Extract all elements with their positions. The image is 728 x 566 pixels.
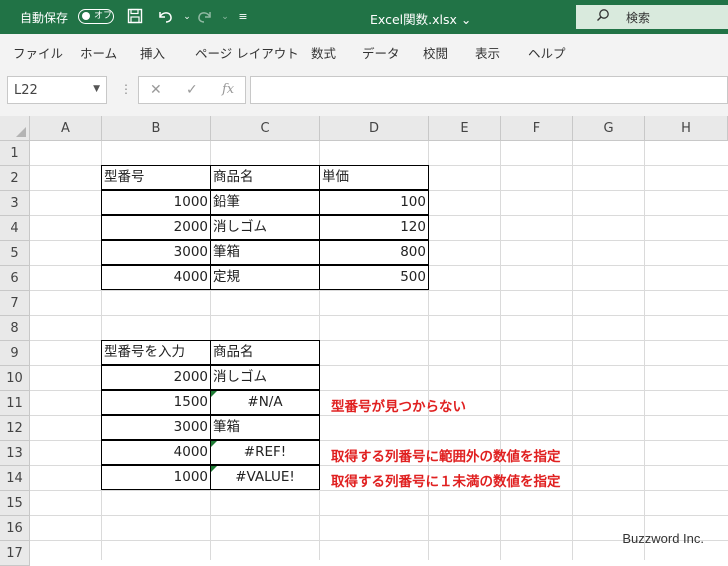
table2-cell[interactable]: 2000: [101, 365, 211, 390]
gridline: [30, 315, 728, 316]
gridline: [30, 515, 728, 516]
name-box-value: L22: [14, 83, 38, 98]
tab-formulas[interactable]: 数式: [311, 43, 336, 62]
table1-cell[interactable]: 2000: [101, 215, 211, 240]
column-header-h[interactable]: H: [645, 116, 728, 141]
search-icon: [596, 8, 610, 26]
table1-cell[interactable]: 3000: [101, 240, 211, 265]
enter-icon[interactable]: ✓: [186, 82, 198, 98]
error-note-less-than-one: 取得する列番号に１未満の数値を指定: [331, 474, 561, 490]
column-header-c[interactable]: C: [211, 116, 320, 141]
table1-cell[interactable]: 消しゴム: [210, 215, 320, 240]
table1-cell[interactable]: 1000: [101, 190, 211, 215]
table2-header-name[interactable]: 商品名: [210, 340, 320, 365]
tab-data[interactable]: データ: [362, 43, 400, 62]
worksheet-grid: A B C D E F G H 1 2 3 4 5 6 7 8 9 10 11 …: [0, 116, 728, 566]
table1-header-model[interactable]: 型番号: [101, 165, 211, 190]
formula-bar: L22 ▼ ⋮ ✕ ✓ fx: [0, 68, 728, 116]
gridline: [30, 290, 728, 291]
autosave-state: オフ: [94, 11, 113, 21]
row-header-16[interactable]: 16: [0, 516, 30, 541]
table1-cell[interactable]: 4000: [101, 265, 211, 290]
table1-header-name[interactable]: 商品名: [210, 165, 320, 190]
search-placeholder: 検索: [626, 11, 651, 25]
tab-view[interactable]: 表示: [475, 43, 500, 62]
gridline: [644, 141, 645, 560]
table1-cell[interactable]: 120: [319, 215, 429, 240]
row-header-13[interactable]: 13: [0, 441, 30, 466]
formula-input[interactable]: [250, 76, 728, 104]
save-icon[interactable]: [126, 8, 144, 26]
row-header-7[interactable]: 7: [0, 291, 30, 316]
row-header-9[interactable]: 9: [0, 341, 30, 366]
row-header-12[interactable]: 12: [0, 416, 30, 441]
table1-cell[interactable]: 鉛筆: [210, 190, 320, 215]
table2-error-cell[interactable]: #REF!: [210, 440, 320, 465]
ribbon-tabs: ファイル ホーム 挿入 ページ レイアウト 数式 データ 校閲 表示 ヘルプ: [0, 34, 728, 69]
cancel-icon[interactable]: ✕: [150, 82, 162, 98]
table2-cell[interactable]: 1000: [101, 465, 211, 490]
redo-dropdown-icon[interactable]: ⌄: [216, 8, 234, 26]
table2-cell[interactable]: 1500: [101, 390, 211, 415]
table2-error-cell[interactable]: #VALUE!: [210, 465, 320, 490]
table1-cell[interactable]: 800: [319, 240, 429, 265]
row-header-5[interactable]: 5: [0, 241, 30, 266]
autosave-label: 自動保存: [20, 11, 69, 25]
toggle-knob: [82, 12, 90, 20]
undo-dropdown-icon[interactable]: ⌄: [178, 8, 196, 26]
gridline: [572, 141, 573, 560]
column-header-g[interactable]: G: [573, 116, 645, 141]
search-box[interactable]: 検索: [576, 5, 728, 29]
file-name[interactable]: Excel関数.xlsx ⌄: [370, 9, 471, 28]
row-header-1[interactable]: 1: [0, 141, 30, 166]
tab-home[interactable]: ホーム: [80, 43, 117, 62]
table2-error-cell[interactable]: #N/A: [210, 390, 320, 415]
tab-review[interactable]: 校閲: [423, 43, 448, 62]
table1-cell[interactable]: 筆箱: [210, 240, 320, 265]
tab-file[interactable]: ファイル: [13, 43, 63, 62]
redo-icon[interactable]: [196, 8, 214, 26]
table1-cell[interactable]: 定規: [210, 265, 320, 290]
title-bar: 自動保存 オフ ⌄ ⌄ ≡ Excel関数.xlsx ⌄ 検索: [0, 0, 728, 34]
row-header-14[interactable]: 14: [0, 466, 30, 491]
column-header-f[interactable]: F: [501, 116, 573, 141]
row-header-2[interactable]: 2: [0, 166, 30, 191]
insert-function-icon[interactable]: fx: [222, 82, 234, 97]
column-header-a[interactable]: A: [30, 116, 102, 141]
table2-cell[interactable]: 3000: [101, 415, 211, 440]
select-all-button[interactable]: [0, 116, 30, 141]
row-header-6[interactable]: 6: [0, 266, 30, 291]
name-box[interactable]: L22 ▼: [7, 76, 107, 104]
gridline: [30, 490, 728, 491]
table2-cell[interactable]: 4000: [101, 440, 211, 465]
tab-page-layout[interactable]: ページ レイアウト: [195, 43, 299, 62]
table1-header-price[interactable]: 単価: [319, 165, 429, 190]
row-header-8[interactable]: 8: [0, 316, 30, 341]
gridline: [500, 141, 501, 560]
table2-header-input[interactable]: 型番号を入力: [101, 340, 211, 365]
more-icon[interactable]: ⋮: [120, 82, 132, 96]
undo-icon[interactable]: [156, 8, 174, 26]
error-note-out-of-range: 取得する列番号に範囲外の数値を指定: [331, 449, 561, 465]
row-header-11[interactable]: 11: [0, 391, 30, 416]
table1-cell[interactable]: 500: [319, 265, 429, 290]
row-header-10[interactable]: 10: [0, 366, 30, 391]
table2-cell[interactable]: 筆箱: [210, 415, 320, 440]
table1-cell[interactable]: 100: [319, 190, 429, 215]
column-header-b[interactable]: B: [102, 116, 211, 141]
tab-insert[interactable]: 挿入: [140, 43, 165, 62]
watermark: Buzzword Inc.: [622, 531, 704, 546]
chevron-down-icon[interactable]: ▼: [93, 84, 100, 94]
autosave-toggle[interactable]: オフ: [78, 9, 114, 24]
column-header-e[interactable]: E: [429, 116, 501, 141]
row-header-4[interactable]: 4: [0, 216, 30, 241]
row-header-17[interactable]: 17: [0, 541, 30, 566]
customize-toolbar-icon[interactable]: ≡: [234, 8, 252, 26]
column-header-d[interactable]: D: [320, 116, 429, 141]
table2-cell[interactable]: 消しゴム: [210, 365, 320, 390]
row-header-15[interactable]: 15: [0, 491, 30, 516]
tab-help[interactable]: ヘルプ: [528, 43, 566, 62]
row-header-3[interactable]: 3: [0, 191, 30, 216]
error-note-not-found: 型番号が見つからない: [331, 399, 466, 415]
